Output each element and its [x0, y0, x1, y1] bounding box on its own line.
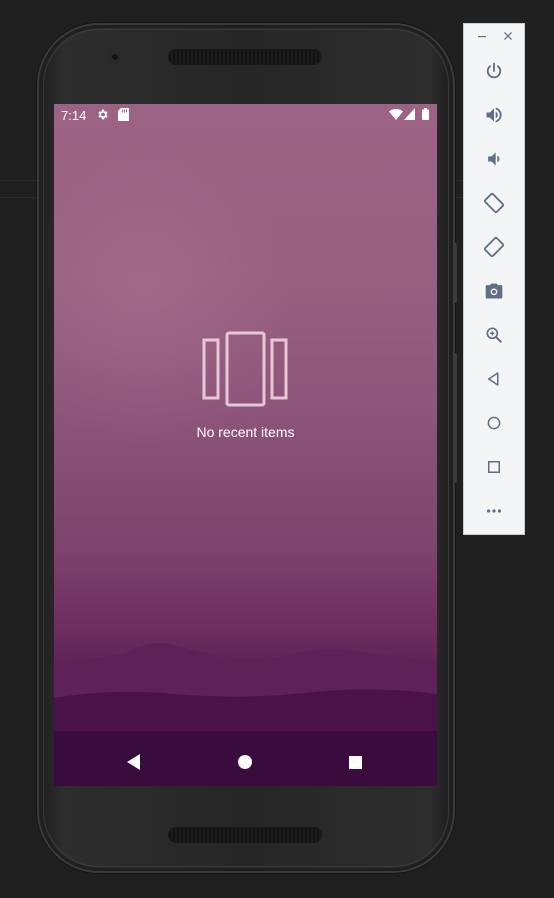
- volume-down-icon: [488, 152, 500, 166]
- zoom-icon: [486, 327, 502, 343]
- volume-down-button[interactable]: [479, 144, 509, 174]
- nav-back-button[interactable]: [124, 752, 144, 772]
- status-bar: 7:14: [54, 104, 437, 126]
- toolbar-back-button[interactable]: [479, 364, 509, 394]
- close-button[interactable]: [501, 29, 515, 43]
- home-icon: [238, 755, 252, 769]
- signal-icon: [404, 108, 415, 123]
- nav-home-button[interactable]: [235, 752, 255, 772]
- overview-icon: [348, 755, 362, 769]
- minimize-button[interactable]: [475, 29, 489, 43]
- recents-cards-icon: [202, 331, 288, 407]
- emulator-toolbar: [463, 23, 525, 535]
- nav-overview-button[interactable]: [345, 752, 365, 772]
- top-speaker: [169, 50, 321, 64]
- power-button[interactable]: [479, 56, 509, 86]
- rotate-left-icon: [483, 192, 505, 214]
- overview-icon: [488, 461, 500, 473]
- rotate-left-button[interactable]: [479, 188, 509, 218]
- phone-screen: 7:14 No recent items: [54, 104, 437, 786]
- camera-icon: [485, 283, 503, 299]
- rotate-right-icon: [483, 236, 505, 258]
- wifi-icon: [389, 108, 403, 123]
- front-camera: [110, 52, 120, 62]
- screenshot-button[interactable]: [479, 276, 509, 306]
- toolbar-home-button[interactable]: [479, 408, 509, 438]
- navigation-bar: [54, 738, 437, 786]
- zoom-button[interactable]: [479, 320, 509, 350]
- home-icon: [487, 416, 501, 430]
- more-button[interactable]: [479, 496, 509, 526]
- volume-up-icon: [486, 107, 502, 123]
- side-button: [453, 243, 457, 303]
- back-icon: [488, 372, 499, 386]
- bottom-speaker: [169, 828, 321, 842]
- back-icon: [127, 754, 140, 770]
- settings-icon: [96, 108, 109, 124]
- close-icon: [504, 32, 512, 40]
- more-icon: [487, 509, 501, 513]
- empty-recents-text: No recent items: [196, 424, 295, 440]
- toolbar-overview-button[interactable]: [479, 452, 509, 482]
- rotate-right-button[interactable]: [479, 232, 509, 262]
- side-button: [453, 353, 457, 483]
- battery-icon: [422, 108, 429, 123]
- sd-card-icon: [118, 108, 129, 124]
- power-icon: [486, 62, 502, 79]
- volume-up-button[interactable]: [479, 100, 509, 130]
- status-time: 7:14: [61, 108, 87, 123]
- minimize-icon: [478, 36, 486, 38]
